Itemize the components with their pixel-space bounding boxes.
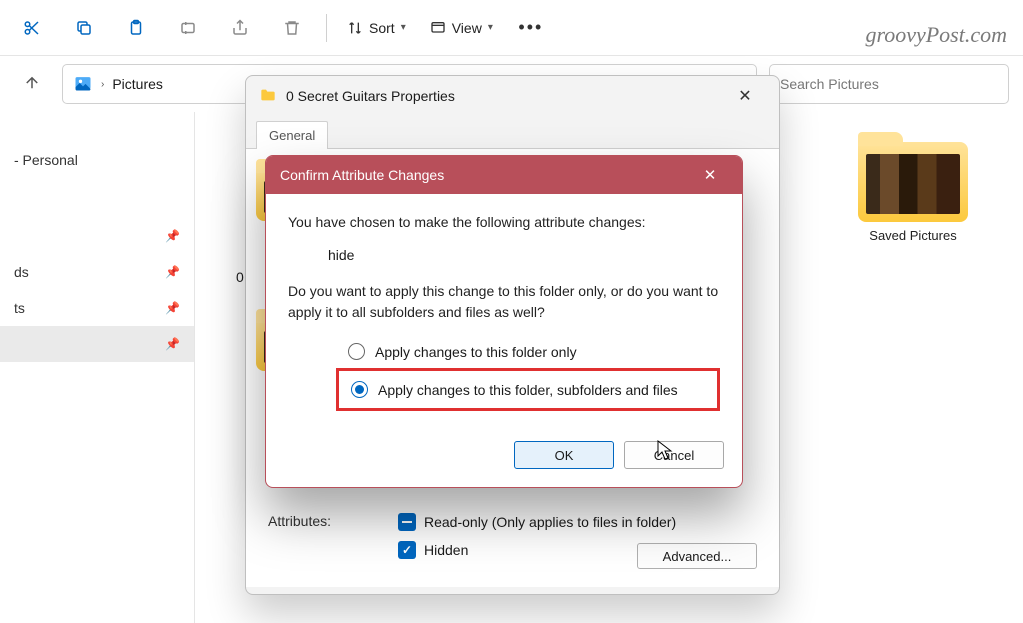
chevron-down-icon: ▾ bbox=[401, 22, 406, 33]
confirm-title: Confirm Attribute Changes bbox=[280, 167, 444, 183]
hidden-label: Hidden bbox=[424, 542, 468, 558]
advanced-button[interactable]: Advanced... bbox=[637, 543, 757, 569]
readonly-label: Read-only (Only applies to files in fold… bbox=[424, 514, 676, 530]
attributes-label: Attributes: bbox=[268, 513, 398, 529]
confirm-body: You have chosen to make the following at… bbox=[266, 194, 742, 427]
chevron-down-icon: ▾ bbox=[488, 22, 493, 33]
radio-folder-only[interactable]: Apply changes to this folder only bbox=[288, 337, 720, 366]
folder-item[interactable]: Saved Pictures bbox=[843, 142, 983, 243]
sidebar-label: ds bbox=[14, 264, 29, 280]
paste-button[interactable] bbox=[112, 8, 160, 48]
confirm-titlebar[interactable]: Confirm Attribute Changes ✕ bbox=[266, 156, 742, 194]
close-icon: ✕ bbox=[738, 86, 751, 106]
close-button[interactable]: ✕ bbox=[692, 161, 728, 189]
checkbox-indeterminate-icon bbox=[398, 513, 416, 531]
radio-subfolders[interactable]: Apply changes to this folder, subfolders… bbox=[339, 375, 709, 404]
more-button[interactable]: ••• bbox=[507, 8, 555, 48]
readonly-checkbox-row[interactable]: Read-only (Only applies to files in fold… bbox=[398, 513, 757, 531]
folder-icon bbox=[858, 142, 968, 222]
view-button[interactable]: View ▾ bbox=[420, 8, 503, 48]
pin-icon: 📌 bbox=[165, 337, 180, 351]
view-label: View bbox=[452, 20, 482, 36]
watermark: groovyPost.com bbox=[865, 22, 1007, 48]
sidebar-label: ts bbox=[14, 300, 25, 316]
breadcrumb-label: Pictures bbox=[112, 76, 163, 92]
delete-button[interactable] bbox=[268, 8, 316, 48]
radio-label: Apply changes to this folder only bbox=[375, 344, 577, 360]
search-input[interactable]: Search Pictures bbox=[769, 64, 1009, 104]
cancel-button[interactable]: Cancel bbox=[624, 441, 724, 469]
view-icon bbox=[430, 20, 446, 36]
properties-titlebar[interactable]: 0 Secret Guitars Properties ✕ bbox=[246, 76, 779, 116]
properties-tabs: General bbox=[246, 120, 779, 149]
arrow-up-icon bbox=[23, 74, 41, 95]
sort-button[interactable]: Sort ▾ bbox=[337, 8, 416, 48]
close-button[interactable]: ✕ bbox=[725, 81, 765, 111]
scissors-icon bbox=[23, 19, 41, 37]
sort-icon bbox=[347, 20, 363, 36]
confirm-text-1: You have chosen to make the following at… bbox=[288, 212, 720, 233]
ok-button[interactable]: OK bbox=[514, 441, 614, 469]
pin-icon: 📌 bbox=[165, 301, 180, 315]
sidebar: - Personal 📌 ds 📌 ts 📌 📌 bbox=[0, 112, 195, 623]
sidebar-item[interactable]: ds 📌 bbox=[0, 254, 194, 290]
chevron-right-icon: › bbox=[101, 79, 104, 90]
properties-title: 0 Secret Guitars Properties bbox=[286, 88, 455, 104]
cut-button[interactable] bbox=[8, 8, 56, 48]
sidebar-label: - Personal bbox=[14, 152, 78, 168]
confirm-text-2: Do you want to apply this change to this… bbox=[288, 281, 720, 323]
sort-label: Sort bbox=[369, 20, 395, 36]
search-placeholder: Search Pictures bbox=[780, 76, 879, 92]
folder-label: Saved Pictures bbox=[869, 228, 956, 243]
close-icon: ✕ bbox=[704, 166, 717, 184]
ellipsis-icon: ••• bbox=[518, 17, 543, 38]
rename-button[interactable] bbox=[164, 8, 212, 48]
confirm-dialog: Confirm Attribute Changes ✕ You have cho… bbox=[265, 155, 743, 488]
sidebar-item[interactable]: 📌 bbox=[0, 218, 194, 254]
copy-icon bbox=[75, 19, 93, 37]
sidebar-item[interactable]: 📌 bbox=[0, 326, 194, 362]
sidebar-item[interactable]: ts 📌 bbox=[0, 290, 194, 326]
radio-label: Apply changes to this folder, subfolders… bbox=[378, 382, 678, 398]
trash-icon bbox=[283, 19, 301, 37]
radio-icon bbox=[348, 343, 365, 360]
radio-selected-icon bbox=[351, 381, 368, 398]
toolbar-separator bbox=[326, 14, 327, 42]
rename-icon bbox=[179, 19, 197, 37]
copy-button[interactable] bbox=[60, 8, 108, 48]
up-button[interactable] bbox=[14, 66, 50, 102]
pictures-icon bbox=[73, 73, 93, 96]
clipboard-icon bbox=[127, 19, 145, 37]
folder-label: 0 bbox=[236, 269, 244, 285]
attributes-section: Attributes: Read-only (Only applies to f… bbox=[268, 513, 757, 569]
confirm-change: hide bbox=[288, 233, 720, 281]
pin-icon: 📌 bbox=[165, 265, 180, 279]
highlight-annotation: Apply changes to this folder, subfolders… bbox=[336, 368, 720, 411]
folder-icon bbox=[260, 88, 276, 105]
tab-general[interactable]: General bbox=[256, 121, 328, 149]
share-icon bbox=[231, 19, 249, 37]
pin-icon: 📌 bbox=[165, 229, 180, 243]
confirm-buttons: OK Cancel bbox=[266, 427, 742, 487]
share-button[interactable] bbox=[216, 8, 264, 48]
checkbox-checked-icon bbox=[398, 541, 416, 559]
sidebar-item-personal[interactable]: - Personal bbox=[0, 142, 194, 178]
